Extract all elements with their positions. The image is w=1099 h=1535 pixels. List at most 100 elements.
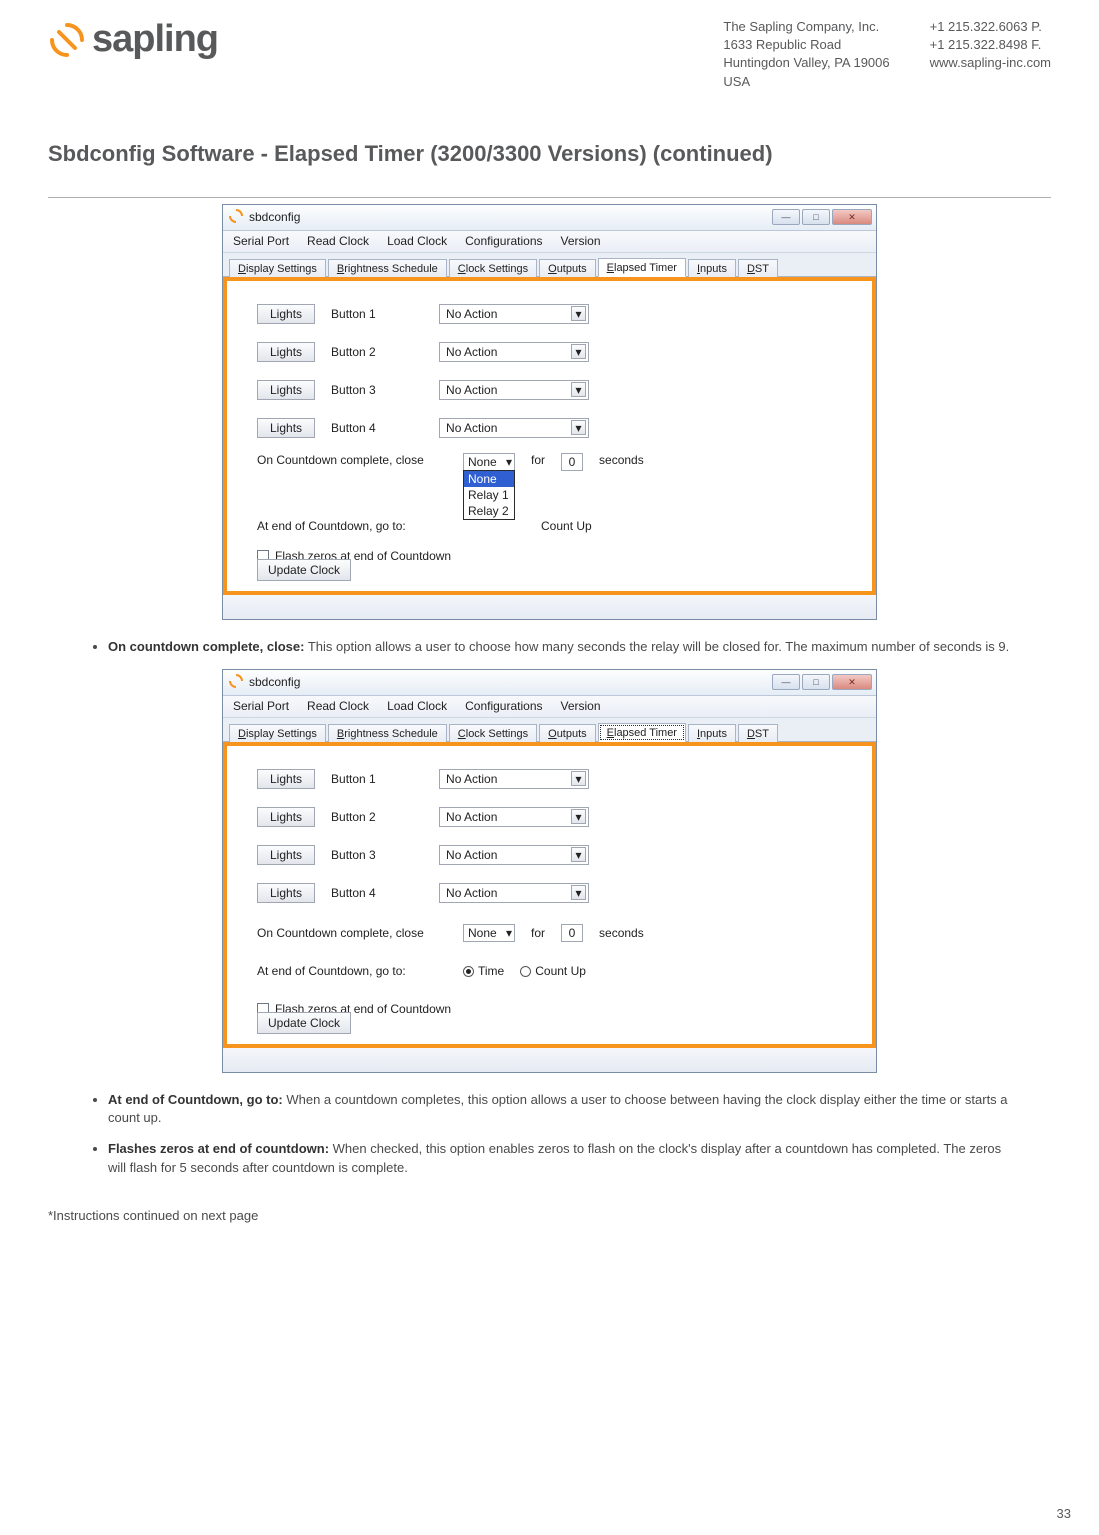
lights-button-3[interactable]: Lights bbox=[257, 380, 315, 400]
addr-line: 1633 Republic Road bbox=[723, 36, 889, 54]
menu-serial-port[interactable]: Serial Port bbox=[233, 234, 289, 248]
maximize-button[interactable]: □ bbox=[802, 674, 830, 690]
page-number: 33 bbox=[1057, 1506, 1071, 1521]
button-label-1: Button 1 bbox=[331, 307, 387, 321]
count-up-label: Count Up bbox=[541, 519, 592, 533]
tab-dst[interactable]: DST bbox=[738, 259, 778, 277]
countdown-goto-row: At end of Countdown, go to: Time Count U… bbox=[257, 956, 842, 986]
tab-strip: Display Settings Brightness Schedule Clo… bbox=[223, 253, 876, 276]
tab-display-settings[interactable]: Display Settings bbox=[229, 259, 326, 277]
brand-logo: sapling bbox=[48, 18, 218, 61]
tab-elapsed-timer[interactable]: Elapsed Timer bbox=[598, 723, 686, 742]
countdown-goto-row: At end of Countdown, go to: Count Up bbox=[257, 511, 842, 541]
tab-brightness-schedule[interactable]: Brightness Schedule bbox=[328, 259, 447, 277]
relay-option-relay1[interactable]: Relay 1 bbox=[464, 487, 514, 503]
tab-clock-settings[interactable]: Clock Settings bbox=[449, 724, 537, 742]
radio-time[interactable]: Time bbox=[463, 964, 504, 978]
dropdown-arrow-icon: ▾ bbox=[506, 926, 512, 940]
lights-button-1[interactable]: Lights bbox=[257, 304, 315, 324]
lights-button-2[interactable]: Lights bbox=[257, 807, 315, 827]
relay-dropdown-open[interactable]: None Relay 1 Relay 2 bbox=[463, 470, 515, 520]
lights-button-1[interactable]: Lights bbox=[257, 769, 315, 789]
tab-brightness-schedule[interactable]: Brightness Schedule bbox=[328, 724, 447, 742]
lights-button-4[interactable]: Lights bbox=[257, 418, 315, 438]
for-label: for bbox=[531, 453, 545, 467]
menu-serial-port[interactable]: Serial Port bbox=[233, 699, 289, 713]
tab-elapsed-timer[interactable]: Elapsed Timer bbox=[598, 258, 686, 277]
tab-clock-settings[interactable]: Clock Settings bbox=[449, 259, 537, 277]
action-select-2[interactable]: No Action▾ bbox=[439, 342, 589, 362]
addr-line: USA bbox=[723, 73, 889, 91]
tab-dst[interactable]: DST bbox=[738, 724, 778, 742]
close-button[interactable]: ✕ bbox=[832, 674, 872, 690]
bullet-goto: At end of Countdown, go to: When a count… bbox=[108, 1091, 1051, 1129]
action-value: No Action bbox=[446, 307, 497, 321]
seconds-label: seconds bbox=[599, 926, 644, 940]
menu-read-clock[interactable]: Read Clock bbox=[307, 699, 369, 713]
countdown-goto-label: At end of Countdown, go to: bbox=[257, 964, 447, 978]
action-select-1[interactable]: No Action▾ bbox=[439, 769, 589, 789]
relay-value: None bbox=[468, 926, 497, 940]
countdown-close-label: On Countdown complete, close bbox=[257, 453, 447, 467]
action-select-4[interactable]: No Action▾ bbox=[439, 418, 589, 438]
action-select-1[interactable]: No Action▾ bbox=[439, 304, 589, 324]
lights-button-4[interactable]: Lights bbox=[257, 883, 315, 903]
button-row-3: Lights Button 3 No Action▾ bbox=[257, 375, 842, 405]
countdown-goto-label: At end of Countdown, go to: bbox=[257, 519, 447, 533]
seconds-label: seconds bbox=[599, 453, 644, 467]
dropdown-arrow-icon: ▾ bbox=[571, 420, 586, 435]
menu-version[interactable]: Version bbox=[561, 699, 601, 713]
tab-display-settings[interactable]: Display Settings bbox=[229, 724, 326, 742]
lights-button-3[interactable]: Lights bbox=[257, 845, 315, 865]
update-clock-button[interactable]: Update Clock bbox=[257, 1012, 351, 1034]
contact-line: +1 215.322.8498 F. bbox=[930, 36, 1051, 54]
minimize-button[interactable]: — bbox=[772, 674, 800, 690]
menu-read-clock[interactable]: Read Clock bbox=[307, 234, 369, 248]
action-value: No Action bbox=[446, 810, 497, 824]
seconds-input[interactable]: 0 bbox=[561, 453, 583, 471]
page-header: sapling The Sapling Company, Inc. 1633 R… bbox=[48, 18, 1051, 91]
menu-configurations[interactable]: Configurations bbox=[465, 699, 542, 713]
tab-inputs[interactable]: Inputs bbox=[688, 724, 736, 742]
close-button[interactable]: ✕ bbox=[832, 209, 872, 225]
action-select-3[interactable]: No Action▾ bbox=[439, 380, 589, 400]
lights-button-2[interactable]: Lights bbox=[257, 342, 315, 362]
action-value: No Action bbox=[446, 383, 497, 397]
update-clock-button[interactable]: Update Clock bbox=[257, 559, 351, 581]
countdown-close-row: On Countdown complete, close None▾ for 0… bbox=[257, 918, 842, 948]
dropdown-arrow-icon: ▾ bbox=[571, 847, 586, 862]
action-select-3[interactable]: No Action▾ bbox=[439, 845, 589, 865]
action-select-2[interactable]: No Action▾ bbox=[439, 807, 589, 827]
seconds-input[interactable]: 0 bbox=[561, 924, 583, 942]
bullet-countdown-close: On countdown complete, close: This optio… bbox=[108, 638, 1051, 657]
action-value: No Action bbox=[446, 772, 497, 786]
company-address: The Sapling Company, Inc. 1633 Republic … bbox=[723, 18, 889, 91]
tab-outputs[interactable]: Outputs bbox=[539, 259, 596, 277]
menu-version[interactable]: Version bbox=[561, 234, 601, 248]
dropdown-arrow-icon: ▾ bbox=[506, 455, 512, 469]
relay-select[interactable]: None▾ bbox=[463, 453, 515, 471]
window-titlebar: sbdconfig — □ ✕ bbox=[223, 670, 876, 696]
relay-select[interactable]: None ▾ bbox=[463, 924, 515, 942]
bullet-list-1: On countdown complete, close: This optio… bbox=[48, 620, 1051, 657]
radio-count-up[interactable]: Count Up bbox=[520, 964, 586, 978]
tab-outputs[interactable]: Outputs bbox=[539, 724, 596, 742]
relay-option-none[interactable]: None bbox=[464, 471, 514, 487]
relay-option-relay2[interactable]: Relay 2 bbox=[464, 503, 514, 519]
menu-configurations[interactable]: Configurations bbox=[465, 234, 542, 248]
menu-load-clock[interactable]: Load Clock bbox=[387, 234, 447, 248]
minimize-button[interactable]: — bbox=[772, 209, 800, 225]
button-label-2: Button 2 bbox=[331, 810, 387, 824]
button-label-2: Button 2 bbox=[331, 345, 387, 359]
button-row-1: Lights Button 1 No Action▾ bbox=[257, 299, 842, 329]
maximize-button[interactable]: □ bbox=[802, 209, 830, 225]
radio-icon bbox=[520, 966, 531, 977]
action-select-4[interactable]: No Action▾ bbox=[439, 883, 589, 903]
tab-inputs[interactable]: Inputs bbox=[688, 259, 736, 277]
menu-load-clock[interactable]: Load Clock bbox=[387, 699, 447, 713]
button-row-2: Lights Button 2 No Action▾ bbox=[257, 802, 842, 832]
button-row-1: Lights Button 1 No Action▾ bbox=[257, 764, 842, 794]
sbdconfig-window-1: sbdconfig — □ ✕ Serial Port Read Clock L… bbox=[222, 204, 877, 620]
company-contact: +1 215.322.6063 P. +1 215.322.8498 F. ww… bbox=[930, 18, 1051, 91]
menu-bar: Serial Port Read Clock Load Clock Config… bbox=[223, 231, 876, 253]
